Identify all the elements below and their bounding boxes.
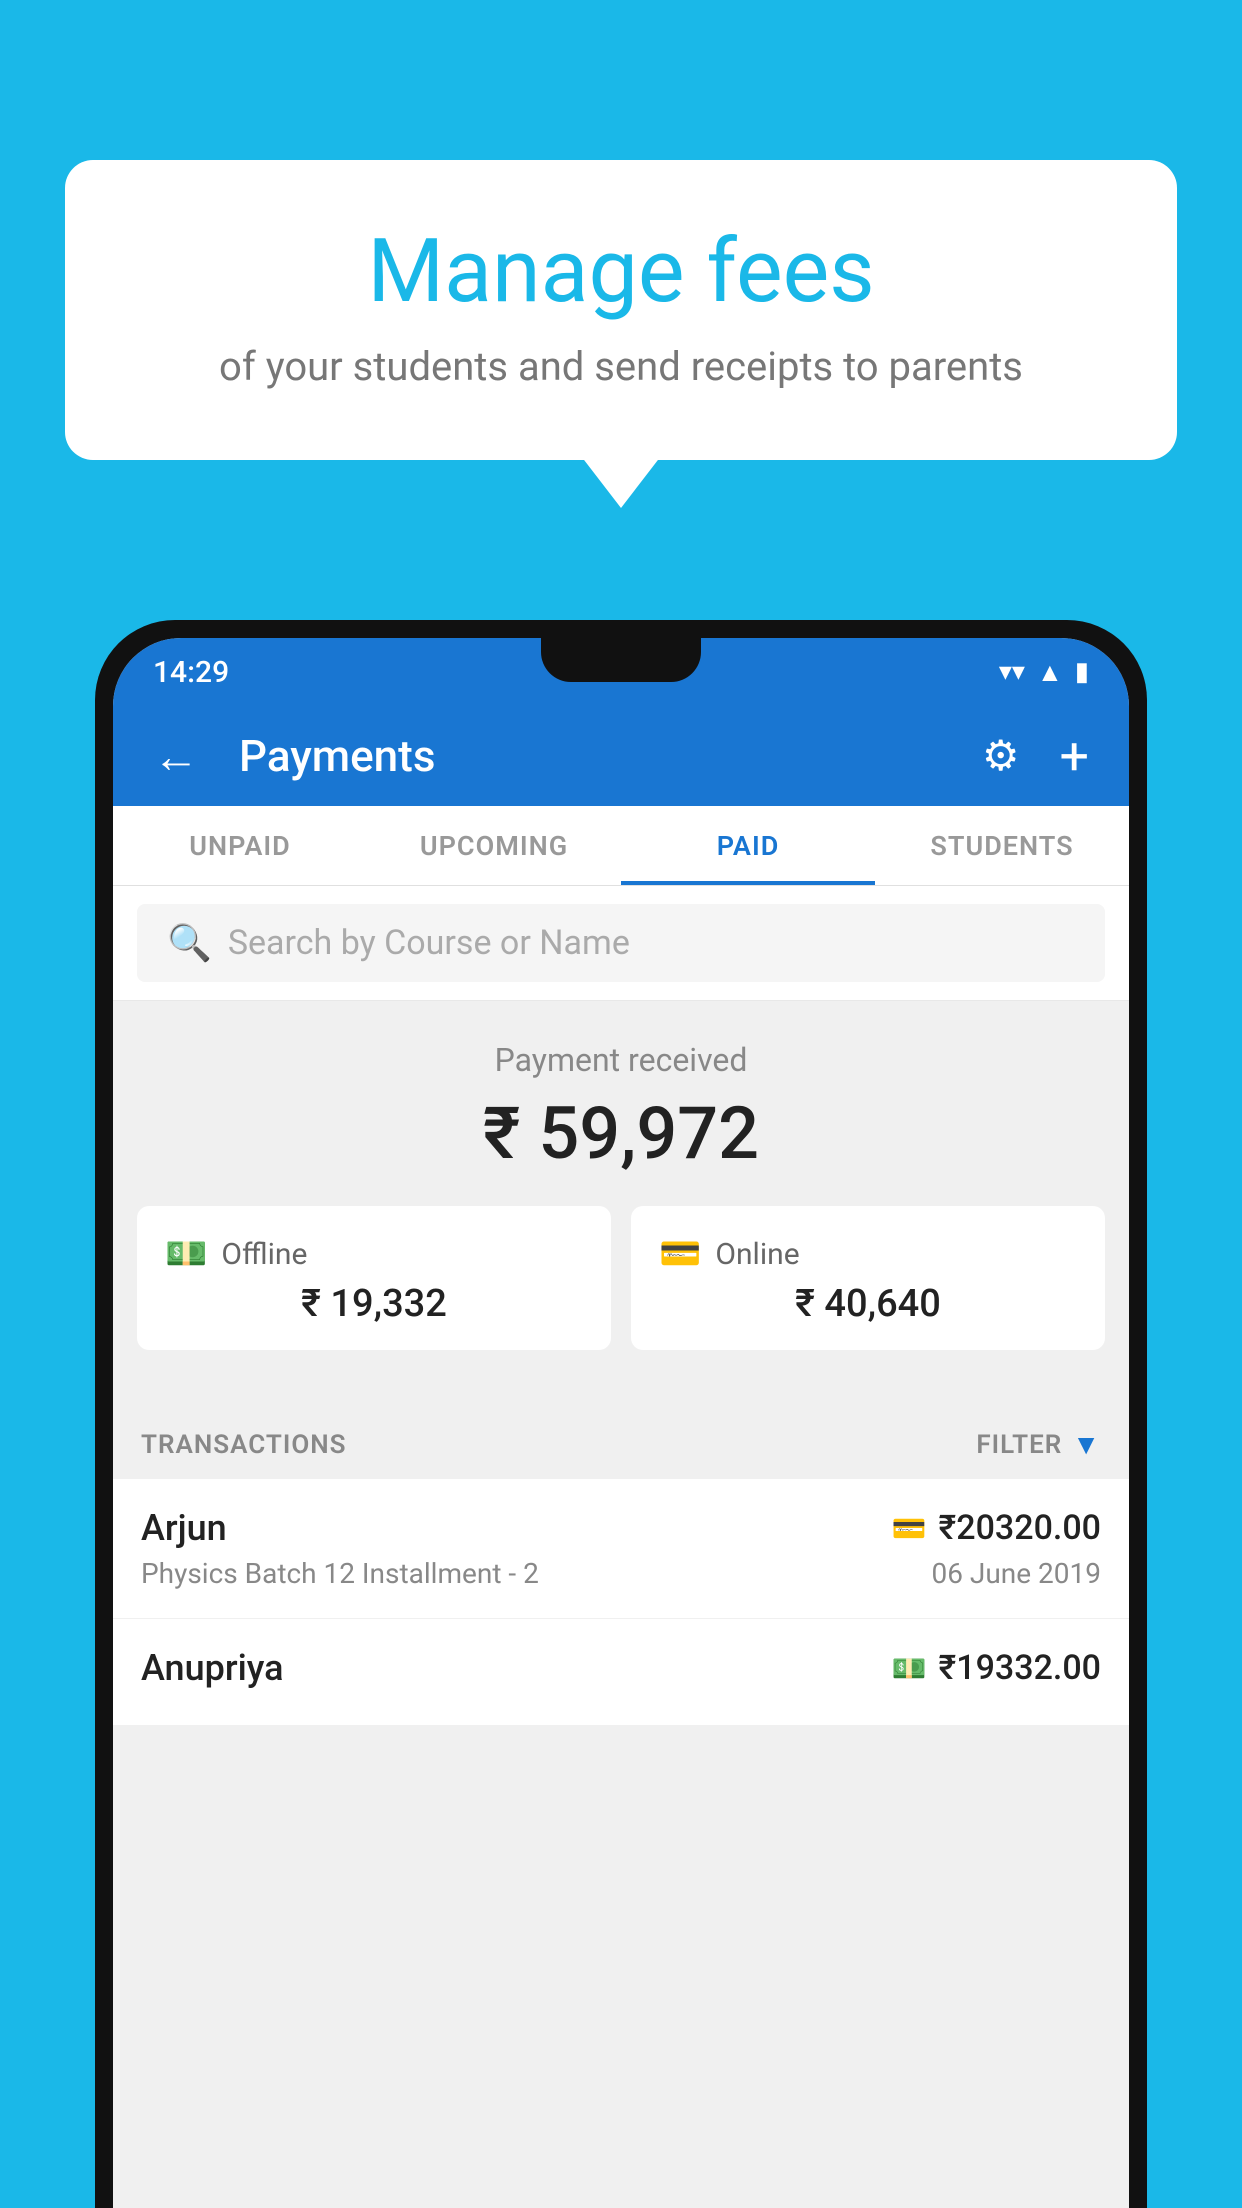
- tab-students[interactable]: STUDENTS: [875, 806, 1129, 885]
- bubble-subtitle: of your students and send receipts to pa…: [115, 343, 1127, 390]
- transaction-bottom: Physics Batch 12 Installment - 2 06 June…: [141, 1557, 1101, 1590]
- transaction-top: Arjun 💳 ₹20320.00: [141, 1507, 1101, 1549]
- transaction-top: Anupriya 💵 ₹19332.00: [141, 1647, 1101, 1689]
- payment-section: Payment received ₹ 59,972 💵 Offline ₹ 19…: [113, 1001, 1129, 1410]
- offline-amount: ₹ 19,332: [165, 1282, 583, 1326]
- transaction-amount: ₹19332.00: [939, 1648, 1101, 1688]
- offline-label: Offline: [221, 1237, 307, 1272]
- search-container: 🔍 Search by Course or Name: [113, 886, 1129, 1001]
- phone-screen: 14:29 ▾▾ ▲ ▮ ← Payments ⚙ + UNPAID UPCOM…: [113, 638, 1129, 2208]
- transaction-course: Physics Batch 12 Installment - 2: [141, 1557, 539, 1590]
- wifi-icon: ▾▾: [999, 657, 1025, 687]
- transaction-name: Anupriya: [141, 1647, 284, 1689]
- bubble-title: Manage fees: [115, 220, 1127, 323]
- transaction-date: 06 June 2019: [931, 1557, 1101, 1590]
- offline-card: 💵 Offline ₹ 19,332: [137, 1206, 611, 1350]
- payment-cards-row: 💵 Offline ₹ 19,332 💳 Online ₹ 40,640: [113, 1206, 1129, 1380]
- table-row[interactable]: Anupriya 💵 ₹19332.00: [113, 1619, 1129, 1726]
- transactions-label: TRANSACTIONS: [141, 1430, 347, 1460]
- payment-amount: ₹ 59,972: [113, 1091, 1129, 1176]
- online-card: 💳 Online ₹ 40,640: [631, 1206, 1105, 1350]
- battery-icon: ▮: [1075, 657, 1089, 687]
- transactions-header: TRANSACTIONS FILTER ▼: [113, 1410, 1129, 1479]
- cash-icon: 💵: [892, 1652, 927, 1685]
- transaction-name: Arjun: [141, 1507, 227, 1549]
- app-bar-title: Payments: [239, 730, 952, 782]
- filter-button[interactable]: FILTER ▼: [976, 1428, 1101, 1461]
- signal-icon: ▲: [1037, 657, 1063, 688]
- tab-paid[interactable]: PAID: [621, 806, 875, 885]
- online-icon: 💳: [659, 1234, 701, 1274]
- transaction-amount-wrap: 💵 ₹19332.00: [892, 1648, 1101, 1688]
- transaction-amount-wrap: 💳 ₹20320.00: [892, 1508, 1101, 1548]
- filter-label: FILTER: [976, 1430, 1062, 1460]
- tab-upcoming[interactable]: UPCOMING: [367, 806, 621, 885]
- tab-bar: UNPAID UPCOMING PAID STUDENTS: [113, 806, 1129, 886]
- offline-icon: 💵: [165, 1234, 207, 1274]
- filter-icon: ▼: [1072, 1428, 1101, 1461]
- online-amount: ₹ 40,640: [659, 1282, 1077, 1326]
- online-label: Online: [715, 1237, 799, 1272]
- payment-label: Payment received: [113, 1041, 1129, 1079]
- offline-card-header: 💵 Offline: [165, 1234, 583, 1274]
- status-time: 14:29: [153, 655, 229, 690]
- transaction-amount: ₹20320.00: [939, 1508, 1101, 1548]
- speech-bubble: Manage fees of your students and send re…: [65, 160, 1177, 460]
- app-bar: ← Payments ⚙ +: [113, 706, 1129, 806]
- search-icon: 🔍: [167, 922, 212, 964]
- settings-button[interactable]: ⚙: [972, 721, 1030, 791]
- add-button[interactable]: +: [1049, 716, 1099, 797]
- online-card-header: 💳 Online: [659, 1234, 1077, 1274]
- card-icon: 💳: [892, 1512, 927, 1545]
- phone-frame: 14:29 ▾▾ ▲ ▮ ← Payments ⚙ + UNPAID UPCOM…: [95, 620, 1147, 2208]
- search-placeholder: Search by Course or Name: [228, 923, 630, 963]
- status-icons: ▾▾ ▲ ▮: [999, 657, 1089, 688]
- tab-unpaid[interactable]: UNPAID: [113, 806, 367, 885]
- table-row[interactable]: Arjun 💳 ₹20320.00 Physics Batch 12 Insta…: [113, 1479, 1129, 1619]
- back-button[interactable]: ←: [143, 719, 209, 794]
- phone-notch: [541, 638, 701, 682]
- search-bar[interactable]: 🔍 Search by Course or Name: [137, 904, 1105, 982]
